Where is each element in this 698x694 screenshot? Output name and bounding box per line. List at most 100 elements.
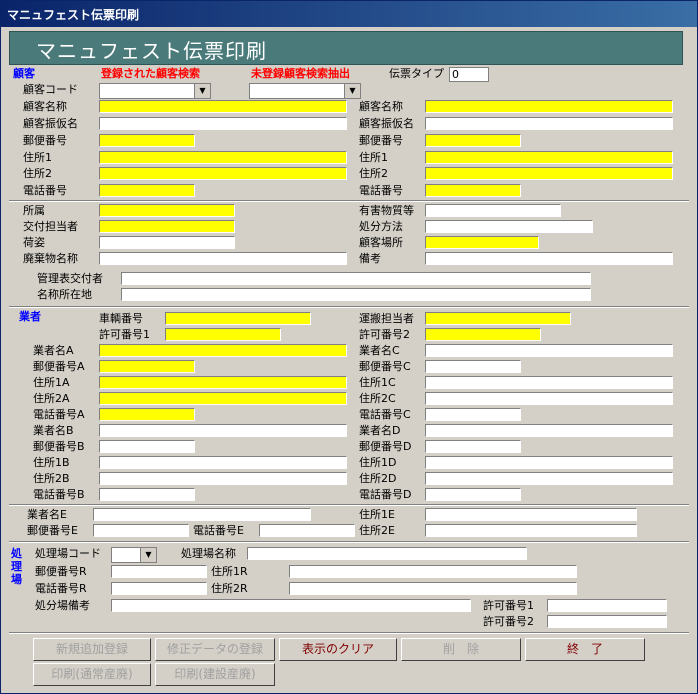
divider	[9, 504, 689, 506]
label: 電話番号E	[193, 524, 244, 537]
print-build-button[interactable]: 印刷(建設産廃)	[155, 663, 275, 686]
exit-button[interactable]: 終 了	[525, 638, 645, 661]
vendor-c-zip-field[interactable]	[425, 360, 521, 373]
vendor-a-addr2-field[interactable]	[99, 392, 347, 405]
customer-zip-field[interactable]	[99, 134, 195, 147]
hazard-field[interactable]	[425, 204, 561, 217]
waste-field[interactable]	[99, 252, 347, 265]
vendor-b-addr2-field[interactable]	[99, 472, 347, 485]
customer-kana-field[interactable]	[99, 117, 347, 130]
label: 住所2A	[33, 392, 70, 405]
dept-field[interactable]	[99, 204, 235, 217]
customer-code-label: 顧客コード	[23, 83, 78, 96]
plant-note-field[interactable]	[111, 599, 471, 612]
plant-zip-field[interactable]	[111, 565, 207, 578]
clear-button[interactable]: 表示のクリア	[279, 638, 397, 661]
plant-name-field[interactable]	[247, 547, 527, 560]
vendor-d-addr2-field[interactable]	[425, 472, 673, 485]
customer-name-field[interactable]	[99, 100, 347, 113]
label: 郵便番号C	[359, 360, 411, 373]
print-normal-button[interactable]: 印刷(通常産廃)	[33, 663, 151, 686]
customer2-tel-field[interactable]	[425, 184, 521, 197]
vehicle-field[interactable]	[165, 312, 311, 325]
customer-addr2-field[interactable]	[99, 167, 347, 180]
label: 廃棄物名称	[23, 252, 78, 265]
label: 郵便番号E	[27, 524, 78, 537]
vendor-d-name-field[interactable]	[425, 424, 673, 437]
vendor-c-name-field[interactable]	[425, 344, 673, 357]
vendor-c-tel-field[interactable]	[425, 408, 521, 421]
vendor-d-tel-field[interactable]	[425, 488, 521, 501]
permit2-field[interactable]	[425, 328, 541, 341]
plant-permit2-field[interactable]	[547, 615, 667, 628]
packing-field[interactable]	[99, 236, 235, 249]
vendor-e-tel-field[interactable]	[259, 524, 355, 537]
vendor-c-addr1-field[interactable]	[425, 376, 673, 389]
label: 電話番号R	[35, 582, 87, 595]
label: 電話番号C	[359, 408, 411, 421]
slip-type-input[interactable]: 0	[449, 67, 489, 82]
label: 許可番号2	[483, 615, 534, 628]
addr-name-field[interactable]	[121, 288, 591, 301]
disposal-field[interactable]	[425, 220, 593, 233]
label: 郵便番号B	[33, 440, 85, 453]
customer2-zip-field[interactable]	[425, 134, 521, 147]
registered-customer-combo[interactable]: ▼	[99, 83, 211, 99]
label: 処分場備考	[35, 599, 90, 612]
note-field[interactable]	[425, 252, 673, 265]
chevron-down-icon[interactable]: ▼	[344, 84, 360, 98]
divider	[9, 632, 689, 634]
customer2-name-field[interactable]	[425, 100, 673, 113]
vendor-a-tel-field[interactable]	[99, 408, 195, 421]
label: 住所2E	[359, 524, 395, 537]
vendor-b-name-field[interactable]	[99, 424, 347, 437]
label: 許可番号1	[99, 328, 150, 341]
vendor-b-tel-field[interactable]	[99, 488, 195, 501]
label: 運搬担当者	[359, 312, 414, 325]
vendor-e-addr2-field[interactable]	[425, 524, 637, 537]
plant-addr2-field[interactable]	[289, 582, 577, 595]
vendor-a-addr1-field[interactable]	[99, 376, 347, 389]
unregistered-customer-combo[interactable]: ▼	[249, 83, 361, 99]
customer-tel-field[interactable]	[99, 184, 195, 197]
delete-button[interactable]: 削 除	[401, 638, 521, 661]
mgr-issuer-field[interactable]	[121, 272, 591, 285]
label: 許可番号2	[359, 328, 410, 341]
vendor-b-zip-field[interactable]	[99, 440, 195, 453]
vendor-b-addr1-field[interactable]	[99, 456, 347, 469]
customer2-kana-field[interactable]	[425, 117, 673, 130]
customer2-addr1-field[interactable]	[425, 151, 673, 164]
vendor-d-addr1-field[interactable]	[425, 456, 673, 469]
label: 荷姿	[23, 236, 45, 249]
vendor-a-zip-field[interactable]	[99, 360, 195, 373]
label: 有害物質等	[359, 204, 414, 217]
label: 処理場名称	[181, 547, 236, 560]
divider	[9, 306, 689, 308]
chevron-down-icon[interactable]: ▼	[194, 84, 210, 98]
vendor-a-name-field[interactable]	[99, 344, 347, 357]
slip-type-label: 伝票タイプ	[389, 67, 444, 80]
plant-tel-field[interactable]	[111, 582, 207, 595]
plant-permit1-field[interactable]	[547, 599, 667, 612]
issuer-field[interactable]	[99, 220, 235, 233]
label: 顧客振仮名	[359, 117, 414, 130]
label: 顧客振仮名	[23, 117, 78, 130]
label: 業者名D	[359, 424, 401, 437]
plant-addr1-field[interactable]	[289, 565, 577, 578]
save-fix-button[interactable]: 修正データの登録	[155, 638, 275, 661]
plant-code-combo[interactable]: ▼	[111, 547, 157, 563]
vendor-d-zip-field[interactable]	[425, 440, 521, 453]
label: 電話番号B	[33, 488, 85, 501]
permit1-field[interactable]	[165, 328, 281, 341]
label: 備考	[359, 252, 381, 265]
vendor-e-addr1-field[interactable]	[425, 508, 637, 521]
vendor-c-addr2-field[interactable]	[425, 392, 673, 405]
customer-addr1-field[interactable]	[99, 151, 347, 164]
chevron-down-icon[interactable]: ▼	[140, 548, 156, 562]
site-field[interactable]	[425, 236, 539, 249]
vendor-e-name-field[interactable]	[93, 508, 311, 521]
driver-field[interactable]	[425, 312, 571, 325]
customer2-addr2-field[interactable]	[425, 167, 673, 180]
vendor-e-zip-field[interactable]	[93, 524, 189, 537]
add-button[interactable]: 新規追加登録	[33, 638, 151, 661]
